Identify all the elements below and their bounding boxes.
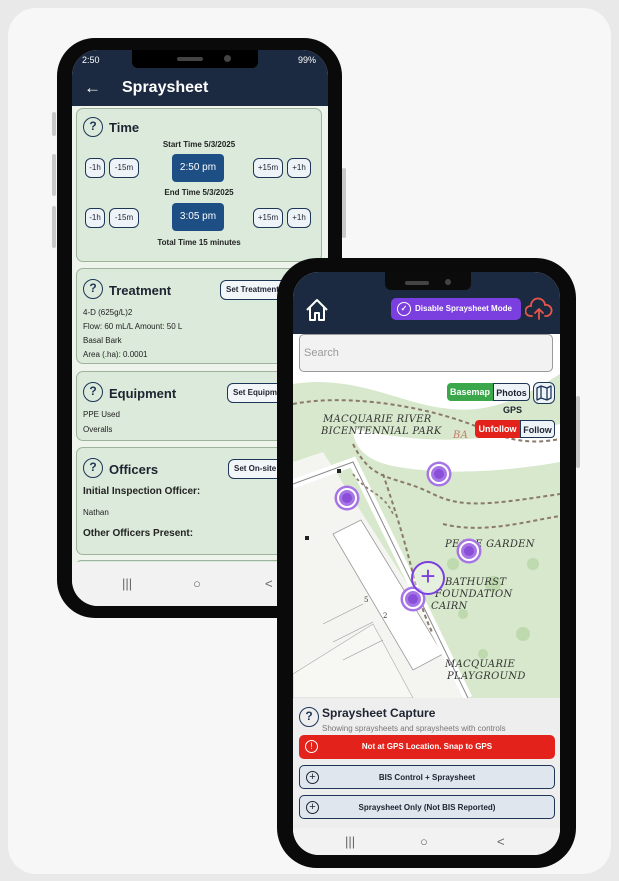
other-officers-label: Other Officers Present: xyxy=(83,528,194,539)
phone-side-button xyxy=(52,112,56,136)
lot-number: 2 xyxy=(383,612,388,620)
spraysheet-marker[interactable] xyxy=(459,541,479,561)
end-plus-15m-button[interactable]: +15m xyxy=(253,208,283,228)
phone-side-button xyxy=(576,396,580,468)
follow-toggle[interactable]: Follow xyxy=(520,420,555,438)
phone-side-button xyxy=(342,168,346,238)
back-nav-icon[interactable]: < xyxy=(497,834,505,849)
option1-label: BIS Control + Spraysheet xyxy=(378,773,476,782)
end-time-label: End Time 5/3/2025 xyxy=(164,188,234,197)
unfollow-toggle[interactable]: Unfollow xyxy=(475,420,520,438)
start-time-button[interactable]: 2:50 pm xyxy=(172,154,224,182)
equipment-line: PPE Used xyxy=(83,410,120,419)
app-bar: ← Spraysheet xyxy=(72,72,328,106)
recent-apps-icon[interactable]: ||| xyxy=(345,834,355,849)
home-icon[interactable] xyxy=(303,296,331,324)
home-nav-icon[interactable]: ○ xyxy=(420,834,428,849)
camera-notch xyxy=(385,272,471,290)
map-label: PLAYGROUND xyxy=(447,671,526,682)
initial-officer-value: Nathan xyxy=(83,508,109,517)
start-minus-1h-button[interactable]: -1h xyxy=(85,158,105,178)
check-circle-icon: ✓ xyxy=(397,302,411,316)
section-title: Treatment xyxy=(109,283,172,298)
start-plus-1h-button[interactable]: +1h xyxy=(287,158,311,178)
end-minus-15m-button[interactable]: -15m xyxy=(109,208,139,228)
end-time-button[interactable]: 3:05 pm xyxy=(172,203,224,231)
front-phone-screen: ✓ Disable Spraysheet Mode MACQUARIE RIVE… xyxy=(293,272,560,855)
photos-toggle[interactable]: Photos xyxy=(493,383,530,401)
help-icon[interactable]: ? xyxy=(83,382,103,402)
search-input[interactable]: Search xyxy=(299,334,553,372)
capture-subtitle: Showing spraysheets and spraysheets with… xyxy=(322,724,506,733)
section-title: Equipment xyxy=(109,386,177,401)
phone-side-button xyxy=(52,206,56,248)
map-label: FOUNDATION xyxy=(435,589,513,600)
initial-officer-label: Initial Inspection Officer: xyxy=(83,486,201,497)
basemap-toggle[interactable]: Basemap xyxy=(447,383,493,401)
disable-label: Disable Spraysheet Mode xyxy=(415,304,512,313)
camera-notch xyxy=(132,50,258,68)
map-label: CAIRN xyxy=(431,601,468,612)
start-minus-15m-button[interactable]: -15m xyxy=(109,158,139,178)
map-layers-icon[interactable] xyxy=(533,382,555,404)
spraysheet-marker[interactable] xyxy=(337,488,357,508)
end-plus-1h-button[interactable]: +1h xyxy=(287,208,311,228)
map-label: MACQUARIE xyxy=(445,659,516,670)
option2-label: Spraysheet Only (Not BIS Reported) xyxy=(358,803,496,812)
spraysheet-marker[interactable] xyxy=(429,464,449,484)
help-icon[interactable]: ? xyxy=(83,458,103,478)
phone-side-button xyxy=(52,154,56,196)
recent-apps-icon[interactable]: ||| xyxy=(122,576,132,591)
gps-label: GPS xyxy=(503,405,523,415)
plus-circle-icon: + xyxy=(306,801,319,814)
alert-circle-icon: ! xyxy=(305,740,318,753)
total-time-label: Total Time 15 minutes xyxy=(157,238,241,247)
disable-spraysheet-mode-button[interactable]: ✓ Disable Spraysheet Mode xyxy=(391,298,521,320)
start-time-label: Start Time 5/3/2025 xyxy=(162,140,236,149)
treatment-line: Basal Bark xyxy=(83,336,122,345)
treatment-line: Flow: 60 mL/L Amount: 50 L xyxy=(83,322,183,331)
help-icon[interactable]: ? xyxy=(83,279,103,299)
map-app-bar: ✓ Disable Spraysheet Mode xyxy=(293,272,560,334)
snap-label: Not at GPS Location. Snap to GPS xyxy=(361,742,493,751)
map-label: BATHURST xyxy=(445,577,507,588)
map-label: BA xyxy=(453,430,469,441)
status-battery: 99% xyxy=(297,55,316,65)
system-nav-bar: ||| ○ < xyxy=(293,828,560,855)
status-time: 2:50 xyxy=(82,55,100,65)
home-nav-icon[interactable]: ○ xyxy=(193,576,201,591)
back-nav-icon[interactable]: < xyxy=(265,576,273,591)
section-title: Time xyxy=(109,120,140,135)
end-minus-1h-button[interactable]: -1h xyxy=(85,208,105,228)
cloud-upload-icon[interactable] xyxy=(525,296,553,324)
help-icon[interactable]: ? xyxy=(83,117,103,137)
crosshair-icon: + xyxy=(411,561,445,595)
help-icon[interactable]: ? xyxy=(299,707,319,727)
lot-number: 5 xyxy=(364,596,369,604)
spraysheet-only-button[interactable]: + Spraysheet Only (Not BIS Reported) xyxy=(299,795,555,819)
treatment-line: 4-D (625g/L)2 xyxy=(83,308,133,317)
plus-circle-icon: + xyxy=(306,771,319,784)
time-section: ? Time Start Time 5/3/2025 -1h -15m 2:50… xyxy=(76,108,322,262)
map-label: BICENTENNIAL PARK xyxy=(321,426,442,437)
section-title: Officers xyxy=(109,462,159,477)
equipment-line: Overalls xyxy=(83,425,113,434)
page-title: Spraysheet xyxy=(122,79,209,96)
capture-title: Spraysheet Capture xyxy=(322,706,436,720)
back-arrow-icon[interactable]: ← xyxy=(84,78,101,98)
treatment-line: Area (.ha): 0.0001 xyxy=(83,350,148,359)
bis-control-spraysheet-button[interactable]: + BIS Control + Spraysheet xyxy=(299,765,555,789)
snap-to-gps-button[interactable]: ! Not at GPS Location. Snap to GPS xyxy=(299,735,555,759)
start-plus-15m-button[interactable]: +15m xyxy=(253,158,283,178)
map-label: MACQUARIE RIVER xyxy=(323,414,432,425)
